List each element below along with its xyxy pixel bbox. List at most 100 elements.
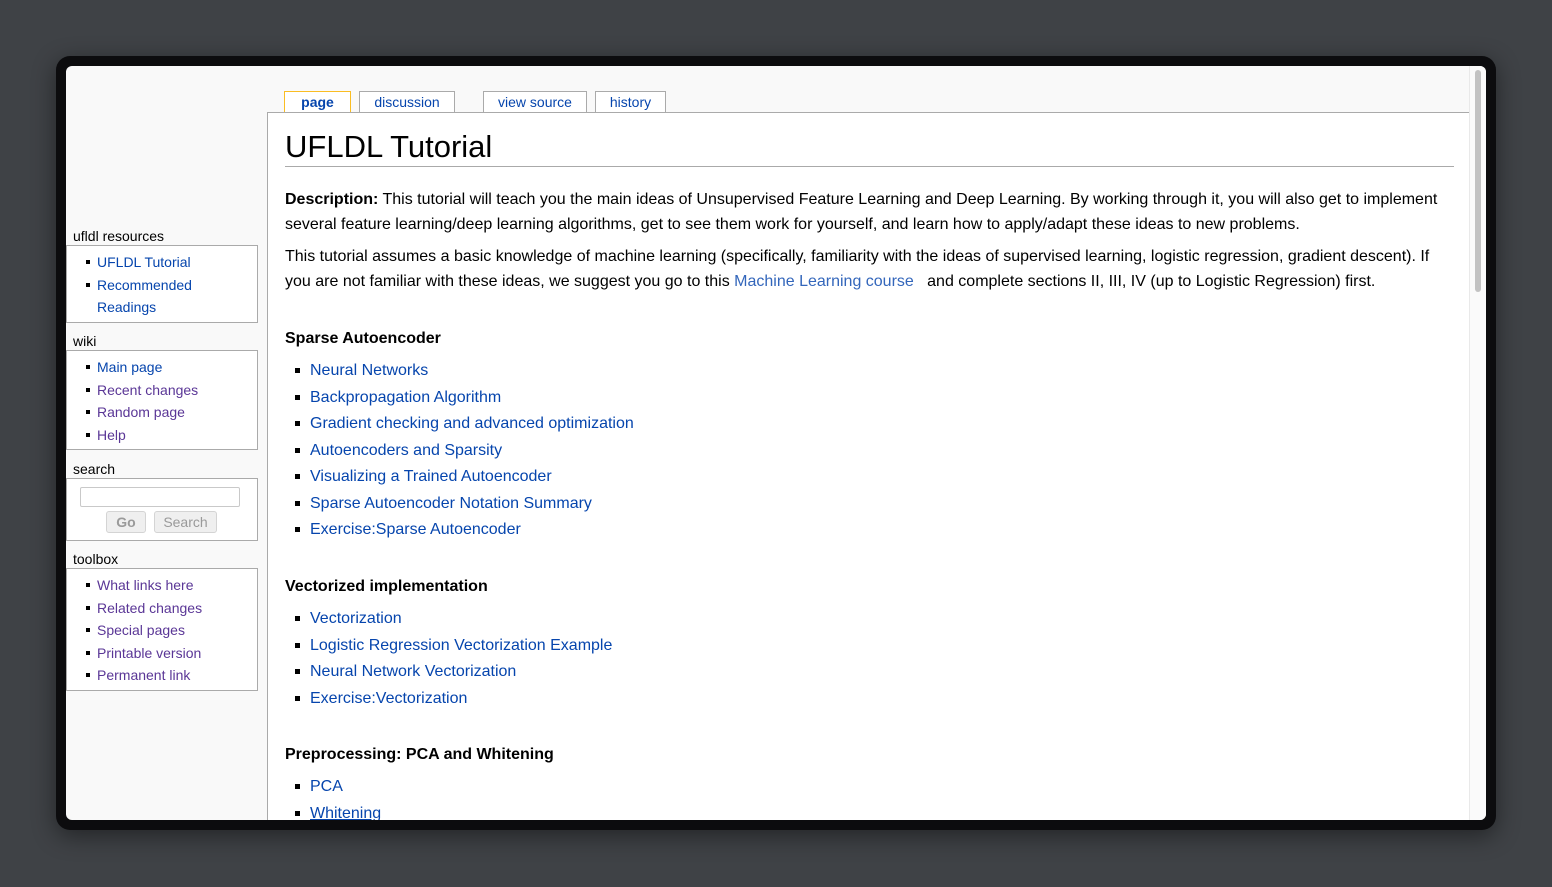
- link-neural-networks[interactable]: Neural Networks: [310, 362, 428, 379]
- sidebar-item-recent-changes: Recent changes: [67, 379, 257, 402]
- bullet-icon: [295, 500, 300, 506]
- sidebar-link-what-links-here[interactable]: What links here: [97, 577, 193, 593]
- sidebar-link-permanent-link[interactable]: Permanent link: [97, 667, 190, 683]
- list-item: Whitening: [285, 804, 381, 821]
- link-gradient-checking[interactable]: Gradient checking and advanced optimizat…: [310, 415, 634, 432]
- bullet-icon: [295, 447, 300, 453]
- link-pca[interactable]: PCA: [310, 778, 343, 795]
- sidebar-item-random-page: Random page: [67, 401, 257, 424]
- portlet-title-wiki: wiki: [73, 333, 97, 349]
- sidebar-link-recommended-readings-line2[interactable]: Readings: [97, 299, 156, 315]
- machine-learning-course-link[interactable]: Machine Learning course: [734, 273, 914, 290]
- sidebar-item-recommended-readings: Recommended Readings: [67, 274, 257, 319]
- description-label: Description:: [285, 191, 379, 208]
- portlet-search: Go Search: [66, 478, 258, 541]
- sidebar-item-main-page: Main page: [67, 356, 257, 379]
- link-autoencoders-and-sparsity[interactable]: Autoencoders and Sparsity: [310, 442, 502, 459]
- sidebar-link-recommended-readings[interactable]: Recommended: [97, 277, 192, 293]
- bullet-icon: [295, 784, 300, 789]
- list-item: Neural Network Vectorization: [285, 662, 612, 689]
- bullet-icon: [295, 394, 300, 400]
- tab-history[interactable]: history: [595, 91, 666, 112]
- sidebar-item-help: Help: [67, 424, 257, 447]
- section-heading-vectorized-implementation: Vectorized implementation: [285, 578, 488, 595]
- section-list-vectorized-implementation: Vectorization Logistic Regression Vector…: [285, 609, 612, 715]
- sidebar-item-related-changes: Related changes: [67, 597, 257, 620]
- bullet-icon: [86, 387, 90, 392]
- intro-paragraph: This tutorial assumes a basic knowledge …: [285, 244, 1455, 294]
- sidebar-item-what-links-here: What links here: [67, 574, 257, 597]
- sidebar-link-main-page[interactable]: Main page: [97, 359, 162, 375]
- list-item: Exercise:Sparse Autoencoder: [285, 520, 634, 547]
- tab-view-source[interactable]: view source: [483, 91, 587, 112]
- search-input[interactable]: [80, 487, 240, 507]
- portlet-title-search: search: [73, 461, 116, 477]
- sidebar: ufldl resources UFLDL Tutorial Recommend…: [66, 66, 266, 820]
- bullet-icon: [86, 282, 90, 287]
- content-area: UFLDL Tutorial Description: This tutoria…: [267, 112, 1472, 820]
- bullet-icon: [86, 628, 90, 632]
- link-exercise-vectorization[interactable]: Exercise:Vectorization: [310, 690, 467, 707]
- link-sparse-autoencoder-notation-summary[interactable]: Sparse Autoencoder Notation Summary: [310, 495, 592, 512]
- bullet-icon: [86, 260, 90, 264]
- bullet-icon: [86, 673, 90, 677]
- bullet-icon: [86, 583, 90, 587]
- sidebar-link-related-changes[interactable]: Related changes: [97, 600, 202, 616]
- list-item: Logistic Regression Vectorization Exampl…: [285, 636, 612, 663]
- link-neural-network-vectorization[interactable]: Neural Network Vectorization: [310, 663, 516, 680]
- bullet-icon: [295, 669, 300, 674]
- link-logistic-regression-vectorization-example[interactable]: Logistic Regression Vectorization Exampl…: [310, 637, 612, 654]
- section-heading-sparse-autoencoder: Sparse Autoencoder: [285, 330, 441, 347]
- bullet-icon: [86, 605, 90, 610]
- list-item: PCA: [285, 777, 381, 804]
- bullet-icon: [295, 527, 300, 532]
- intro-text-after: and complete sections II, III, IV (up to…: [913, 273, 1376, 290]
- list-item: Exercise:Vectorization: [285, 689, 612, 716]
- list-item: Neural Networks: [285, 361, 634, 388]
- bullet-icon: [86, 432, 90, 437]
- sidebar-link-special-pages[interactable]: Special pages: [97, 622, 185, 638]
- link-visualizing-trained-autoencoder[interactable]: Visualizing a Trained Autoencoder: [310, 468, 552, 485]
- list-item: Sparse Autoencoder Notation Summary: [285, 494, 634, 521]
- list-item: Visualizing a Trained Autoencoder: [285, 467, 634, 494]
- list-item: Vectorization: [285, 609, 612, 636]
- page-title: UFLDL Tutorial: [285, 128, 1454, 167]
- section-list-preprocessing: PCA Whitening: [285, 777, 381, 820]
- portlet-title-toolbox: toolbox: [73, 551, 119, 567]
- description-paragraph: Description: This tutorial will teach yo…: [285, 187, 1455, 237]
- sidebar-item-ufldl-tutorial: UFLDL Tutorial: [67, 251, 257, 274]
- bullet-icon: [295, 421, 300, 426]
- link-exercise-sparse-autoencoder[interactable]: Exercise:Sparse Autoencoder: [310, 521, 521, 538]
- link-backpropagation-algorithm[interactable]: Backpropagation Algorithm: [310, 389, 501, 406]
- sidebar-item-special-pages: Special pages: [67, 619, 257, 642]
- sidebar-link-ufldl-tutorial[interactable]: UFLDL Tutorial: [97, 254, 191, 270]
- portlet-toolbox: What links here Related changes Special …: [66, 568, 258, 691]
- link-whitening[interactable]: Whitening: [310, 805, 381, 821]
- bullet-icon: [295, 642, 300, 648]
- sidebar-link-random-page[interactable]: Random page: [97, 404, 185, 420]
- bullet-icon: [295, 368, 300, 373]
- tab-page[interactable]: page: [284, 91, 351, 114]
- list-item: Autoencoders and Sparsity: [285, 441, 634, 468]
- list-item: Gradient checking and advanced optimizat…: [285, 414, 634, 441]
- link-vectorization[interactable]: Vectorization: [310, 610, 402, 627]
- sidebar-link-help[interactable]: Help: [97, 427, 126, 443]
- tab-discussion[interactable]: discussion: [359, 91, 455, 112]
- sidebar-item-permanent-link: Permanent link: [67, 664, 257, 687]
- window-frame: ufldl resources UFLDL Tutorial Recommend…: [56, 56, 1496, 830]
- section-heading-preprocessing: Preprocessing: PCA and Whitening: [285, 746, 554, 763]
- portlet-wiki: Main page Recent changes Random page Hel…: [66, 350, 258, 450]
- vertical-scrollbar[interactable]: [1469, 66, 1486, 820]
- search-button[interactable]: Search: [154, 511, 217, 533]
- bullet-icon: [295, 616, 300, 621]
- bullet-icon: [295, 695, 300, 701]
- sidebar-link-recent-changes[interactable]: Recent changes: [97, 382, 198, 398]
- bullet-icon: [86, 365, 90, 369]
- scrollbar-thumb[interactable]: [1475, 70, 1481, 292]
- browser-viewport: ufldl resources UFLDL Tutorial Recommend…: [66, 66, 1486, 820]
- bullet-icon: [86, 410, 90, 414]
- bullet-icon: [295, 810, 300, 816]
- go-button[interactable]: Go: [106, 511, 146, 533]
- bullet-icon: [86, 650, 90, 655]
- sidebar-link-printable-version[interactable]: Printable version: [97, 645, 201, 661]
